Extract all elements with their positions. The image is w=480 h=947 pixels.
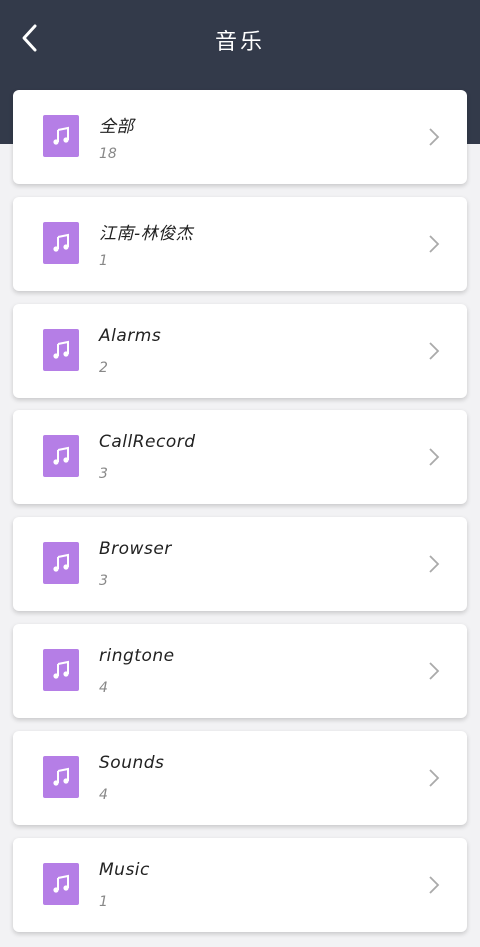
- chevron-right-icon: [429, 341, 440, 360]
- music-note-icon: [43, 755, 79, 798]
- chevron-right-icon: [429, 769, 440, 787]
- folder-name: Browser: [99, 539, 172, 560]
- folder-name: Alarms: [99, 325, 162, 346]
- chevron-right-icon: [429, 128, 440, 146]
- music-note-icon: [43, 328, 79, 371]
- chevron-right-icon: [429, 235, 440, 253]
- folder-item-browser[interactable]: Browser 3: [13, 517, 467, 612]
- folder-name: 全部: [99, 117, 134, 137]
- folder-item-ringtone[interactable]: ringtone 4: [13, 623, 467, 718]
- music-note-icon: [43, 862, 79, 905]
- folder-item-music[interactable]: Music 1: [13, 837, 467, 932]
- folder-name: Music: [99, 859, 150, 880]
- top-bar: 音乐: [0, 0, 480, 78]
- folder-count: 18: [99, 146, 117, 162]
- chevron-right-icon: [429, 448, 440, 467]
- folder-name: 江南-林俊杰: [99, 223, 194, 244]
- folder-count: 1: [99, 252, 108, 269]
- folder-item-alarms[interactable]: Alarms 2: [13, 303, 467, 398]
- folder-count: 3: [99, 573, 108, 590]
- folder-list: 全部 18 江南-林俊杰 1 Alarms 2 CallRecord 3 Bro…: [13, 90, 467, 944]
- folder-name: CallRecord: [99, 432, 196, 453]
- folder-count: 2: [99, 359, 108, 376]
- folder-item-jiangnan[interactable]: 江南-林俊杰 1: [13, 196, 467, 291]
- music-note-icon: [43, 435, 79, 478]
- folder-name: Sounds: [99, 752, 165, 773]
- music-note-icon: [43, 115, 79, 157]
- folder-item-sounds[interactable]: Sounds 4: [13, 730, 467, 825]
- folder-count: 1: [99, 893, 108, 910]
- chevron-right-icon: [429, 555, 440, 573]
- music-note-icon: [43, 542, 79, 585]
- music-note-icon: [43, 221, 79, 264]
- chevron-right-icon: [429, 875, 440, 894]
- folder-count: 3: [99, 466, 108, 483]
- folder-item-all[interactable]: 全部 18: [13, 90, 467, 184]
- folder-item-callrecord[interactable]: CallRecord 3: [13, 410, 467, 505]
- folder-name: ringtone: [99, 645, 175, 666]
- folder-count: 4: [99, 786, 108, 803]
- music-note-icon: [43, 648, 79, 691]
- folder-count: 4: [99, 679, 108, 696]
- page-title: 音乐: [214, 30, 265, 55]
- chevron-right-icon: [429, 662, 440, 680]
